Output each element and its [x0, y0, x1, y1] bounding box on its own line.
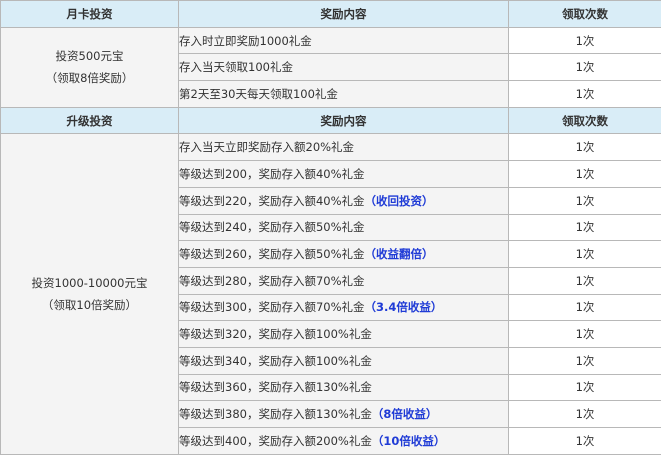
- reward-content-cell: 等级达到280，奖励存入额70%礼金: [178, 266, 509, 295]
- section2-investment-label: 投资1000-10000元宝 （领取10倍奖励）: [0, 133, 179, 455]
- claim-count-cell: 1次: [508, 320, 661, 348]
- reward-text: 存入时立即奖励1000礼金: [179, 33, 312, 48]
- reward-content-cell: 等级达到380，奖励存入额130%礼金（8倍收益）: [178, 400, 509, 428]
- claim-count-cell: 1次: [508, 26, 661, 55]
- section1-header-content: 奖励内容: [178, 0, 509, 28]
- claim-count-cell: 1次: [508, 133, 661, 162]
- reward-content-cell: 存入时立即奖励1000礼金: [178, 26, 509, 55]
- reward-content-cell: 等级达到340，奖励存入额100%礼金: [178, 346, 509, 375]
- section2-label-amount: 投资1000-10000元宝: [31, 276, 148, 291]
- section1-investment-label: 投资500元宝 （领取8倍奖励）: [0, 26, 179, 108]
- reward-text: 存入当天领取100礼金: [179, 60, 293, 75]
- reward-highlight: （3.4倍收益）: [364, 300, 443, 315]
- claim-count-cell: 1次: [508, 53, 661, 82]
- reward-text: 等级达到260，奖励存入额50%礼金: [179, 247, 365, 262]
- reward-content-cell: 等级达到240，奖励存入额50%礼金: [178, 213, 509, 242]
- claim-count-cell: 1次: [508, 373, 661, 402]
- reward-text: 第2天至30天每天领取100礼金: [179, 86, 338, 101]
- reward-text: 等级达到300，奖励存入额70%礼金: [179, 300, 365, 315]
- reward-content-cell: 等级达到400，奖励存入额200%礼金（10倍收益）: [178, 427, 509, 455]
- reward-highlight: （8倍收益）: [371, 407, 438, 422]
- reward-content-cell: 等级达到260，奖励存入额50%礼金（收益翻倍）: [178, 240, 509, 268]
- reward-content-cell: 等级达到220，奖励存入额40%礼金（收回投资）: [178, 186, 509, 215]
- section2-label-multiplier: （领取10倍奖励）: [41, 298, 138, 313]
- reward-highlight: （收回投资）: [364, 193, 434, 208]
- reward-content-cell: 等级达到300，奖励存入额70%礼金（3.4倍收益）: [178, 293, 509, 322]
- reward-text: 等级达到340，奖励存入额100%礼金: [179, 353, 372, 368]
- section1-label-amount: 投资500元宝: [55, 49, 124, 64]
- section1-header-type: 月卡投资: [0, 0, 179, 28]
- reward-content-cell: 第2天至30天每天领取100礼金: [178, 80, 509, 108]
- claim-count-cell: 1次: [508, 240, 661, 268]
- reward-content-cell: 存入当天立即奖励存入额20%礼金: [178, 133, 509, 162]
- reward-highlight: （10倍收益）: [371, 433, 446, 448]
- claim-count-cell: 1次: [508, 213, 661, 242]
- section2-header-type: 升级投资: [0, 106, 179, 135]
- section2-header-row: 升级投资 奖励内容 领取次数: [0, 106, 661, 135]
- reward-text: 存入当天立即奖励存入额20%礼金: [179, 140, 355, 155]
- claim-count-cell: 1次: [508, 346, 661, 375]
- table-row: 投资500元宝 （领取8倍奖励） 存入时立即奖励1000礼金 1次: [0, 26, 661, 108]
- section2-header-count: 领取次数: [508, 106, 661, 135]
- reward-highlight: （收益翻倍）: [364, 247, 434, 262]
- reward-text: 等级达到220，奖励存入额40%礼金: [179, 193, 365, 208]
- reward-table: 月卡投资 奖励内容 领取次数 投资500元宝 （领取8倍奖励） 存入时立即奖励100…: [0, 0, 661, 455]
- claim-count-cell: 1次: [508, 80, 661, 108]
- claim-count-cell: 1次: [508, 266, 661, 295]
- claim-count-cell: 1次: [508, 427, 661, 455]
- reward-text: 等级达到400，奖励存入额200%礼金: [179, 433, 372, 448]
- reward-text: 等级达到320，奖励存入额100%礼金: [179, 327, 372, 342]
- reward-table-body: 月卡投资 奖励内容 领取次数 投资500元宝 （领取8倍奖励） 存入时立即奖励100…: [0, 0, 661, 455]
- claim-count-cell: 1次: [508, 400, 661, 428]
- reward-text: 等级达到380，奖励存入额130%礼金: [179, 407, 372, 422]
- reward-text: 等级达到360，奖励存入额130%礼金: [179, 380, 372, 395]
- reward-content-cell: 等级达到360，奖励存入额130%礼金: [178, 373, 509, 402]
- section1-header-count: 领取次数: [508, 0, 661, 28]
- reward-text: 等级达到200，奖励存入额40%礼金: [179, 166, 365, 181]
- section1-header-row: 月卡投资 奖励内容 领取次数: [0, 0, 661, 28]
- reward-text: 等级达到280，奖励存入额70%礼金: [179, 273, 365, 288]
- table-row: 投资1000-10000元宝 （领取10倍奖励） 存入当天立即奖励存入额20%礼金 1…: [0, 133, 661, 455]
- claim-count-cell: 1次: [508, 160, 661, 188]
- claim-count-cell: 1次: [508, 186, 661, 215]
- reward-content-cell: 存入当天领取100礼金: [178, 53, 509, 82]
- section2-header-content: 奖励内容: [178, 106, 509, 135]
- reward-text: 等级达到240，奖励存入额50%礼金: [179, 220, 365, 235]
- reward-content-cell: 等级达到320，奖励存入额100%礼金: [178, 320, 509, 348]
- section1-label-multiplier: （领取8倍奖励）: [45, 71, 134, 86]
- reward-content-cell: 等级达到200，奖励存入额40%礼金: [178, 160, 509, 188]
- claim-count-cell: 1次: [508, 293, 661, 322]
